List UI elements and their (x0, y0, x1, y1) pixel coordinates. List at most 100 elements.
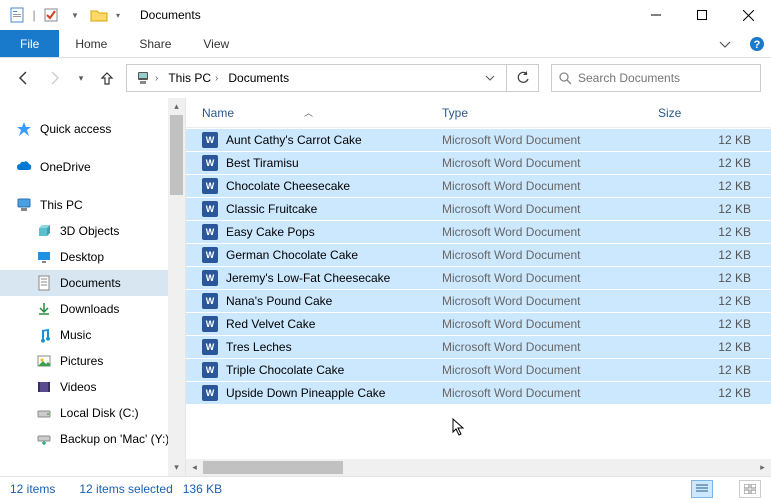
sidebar-item-music[interactable]: Music (0, 322, 185, 348)
word-doc-icon (202, 293, 218, 309)
forward-button[interactable] (42, 65, 68, 91)
file-row[interactable]: Easy Cake PopsMicrosoft Word Document12 … (186, 220, 771, 243)
status-selected-count: 12 items selected (79, 482, 172, 496)
details-view-button[interactable] (691, 480, 713, 498)
file-name: Jeremy's Low-Fat Cheesecake (226, 271, 390, 285)
sidebar-item-downloads[interactable]: Downloads (0, 296, 185, 322)
navigation-pane: Quick access OneDrive This PC 3D Objects… (0, 98, 186, 476)
scroll-up-icon[interactable]: ▴ (168, 98, 185, 115)
address-dropdown[interactable] (478, 65, 502, 91)
file-name: Red Velvet Cake (226, 317, 315, 331)
checkbox-icon[interactable] (40, 4, 62, 26)
folder-icon[interactable] (88, 4, 110, 26)
file-row[interactable]: German Chocolate CakeMicrosoft Word Docu… (186, 243, 771, 266)
pc-icon (16, 197, 32, 213)
status-selection-size: 136 KB (183, 482, 222, 496)
file-row[interactable]: Tres Leches Microsoft Word Document12 KB (186, 335, 771, 358)
breadcrumb-this-pc[interactable]: This PC› (164, 65, 222, 91)
file-name: German Chocolate Cake (226, 248, 358, 262)
word-doc-icon (202, 224, 218, 240)
file-type: Microsoft Word Document (438, 179, 654, 193)
search-input[interactable] (578, 71, 754, 85)
breadcrumb-root-icon[interactable]: › (131, 65, 162, 91)
sidebar-item-pictures[interactable]: Pictures (0, 348, 185, 374)
word-doc-icon (202, 247, 218, 263)
file-name: Chocolate Cheesecake (226, 179, 350, 193)
file-size: 12 KB (654, 225, 771, 239)
thumbnails-view-button[interactable] (739, 480, 761, 498)
file-row[interactable]: Best TiramisuMicrosoft Word Document12 K… (186, 151, 771, 174)
column-name[interactable]: Name︿ (186, 106, 438, 120)
ribbon-expand-button[interactable] (707, 30, 743, 57)
minimize-button[interactable] (633, 0, 679, 30)
file-row[interactable]: Jeremy's Low-Fat Cheesecake Microsoft Wor… (186, 266, 771, 289)
sidebar-this-pc[interactable]: This PC (0, 192, 185, 218)
file-row[interactable]: Red Velvet CakeMicrosoft Word Document12… (186, 312, 771, 335)
sidebar-item-videos[interactable]: Videos (0, 374, 185, 400)
file-row[interactable]: Chocolate Cheesecake Microsoft Word Docum… (186, 174, 771, 197)
column-size[interactable]: Size (654, 106, 771, 120)
address-bar[interactable]: › This PC› Documents (126, 64, 507, 92)
word-doc-icon (202, 270, 218, 286)
up-button[interactable] (94, 65, 120, 91)
quick-access-toolbar: | ▼ ▾ (6, 4, 124, 26)
tab-file[interactable]: File (0, 30, 59, 57)
scroll-down-icon[interactable]: ▾ (168, 459, 185, 476)
file-size: 12 KB (654, 156, 771, 170)
sidebar-item-local-disk-c-[interactable]: Local Disk (C:) (0, 400, 185, 426)
back-button[interactable] (10, 65, 36, 91)
tab-share[interactable]: Share (123, 30, 187, 57)
file-size: 12 KB (654, 340, 771, 354)
qat-dropdown-2[interactable]: ▾ (112, 4, 124, 26)
file-size: 12 KB (654, 133, 771, 147)
properties-icon[interactable] (6, 4, 28, 26)
breadcrumb-documents[interactable]: Documents (224, 65, 293, 91)
file-row[interactable]: Upside Down Pineapple CakeMicrosoft Word… (186, 381, 771, 404)
file-size: 12 KB (654, 386, 771, 400)
file-type: Microsoft Word Document (438, 271, 654, 285)
file-type: Microsoft Word Document (438, 340, 654, 354)
sidebar-quick-access[interactable]: Quick access (0, 116, 185, 142)
file-type: Microsoft Word Document (438, 294, 654, 308)
file-row[interactable]: Classic FruitcakeMicrosoft Word Document… (186, 197, 771, 220)
qat-dropdown[interactable]: ▼ (64, 4, 86, 26)
recent-dropdown[interactable]: ▾ (74, 65, 88, 91)
file-row[interactable]: Nana's Pound CakeMicrosoft Word Document… (186, 289, 771, 312)
word-doc-icon (202, 201, 218, 217)
sidebar-item-desktop[interactable]: Desktop (0, 244, 185, 270)
tab-home[interactable]: Home (59, 30, 123, 57)
svg-text:?: ? (754, 39, 761, 51)
sidebar-scrollbar[interactable]: ▴ ▾ (168, 98, 185, 476)
file-size: 12 KB (654, 363, 771, 377)
word-doc-icon (202, 339, 218, 355)
scrollbar-thumb[interactable] (170, 115, 183, 195)
file-row[interactable]: Triple Chocolate CakeMicrosoft Word Docu… (186, 358, 771, 381)
sidebar-onedrive[interactable]: OneDrive (0, 154, 185, 180)
file-type: Microsoft Word Document (438, 363, 654, 377)
scroll-right-icon[interactable]: ▸ (754, 462, 771, 473)
qat-separator: | (30, 4, 38, 26)
word-doc-icon (202, 316, 218, 332)
tab-view[interactable]: View (187, 30, 245, 57)
search-box[interactable] (551, 64, 761, 92)
file-size: 12 KB (654, 202, 771, 216)
sidebar-item-3d-objects[interactable]: 3D Objects (0, 218, 185, 244)
sidebar-item-backup-on-mac-y-[interactable]: Backup on 'Mac' (Y:) (0, 426, 185, 452)
desktop-icon (36, 249, 52, 265)
scroll-left-icon[interactable]: ◂ (186, 462, 203, 473)
close-button[interactable] (725, 0, 771, 30)
file-name: Tres Leches (226, 340, 292, 354)
column-type[interactable]: Type (438, 106, 654, 120)
file-row[interactable]: Aunt Cathy's Carrot CakeMicrosoft Word D… (186, 128, 771, 151)
file-name: Upside Down Pineapple Cake (226, 386, 385, 400)
scrollbar-thumb[interactable] (203, 461, 343, 474)
chevron-right-icon: › (215, 73, 218, 84)
navigation-bar: ▾ › This PC› Documents (0, 58, 771, 98)
refresh-button[interactable] (507, 64, 539, 92)
maximize-button[interactable] (679, 0, 725, 30)
sidebar-item-documents[interactable]: Documents (0, 270, 185, 296)
horizontal-scrollbar[interactable]: ◂ ▸ (186, 459, 771, 476)
help-button[interactable]: ? (743, 30, 771, 57)
search-icon (558, 71, 572, 85)
3d-icon (36, 223, 52, 239)
